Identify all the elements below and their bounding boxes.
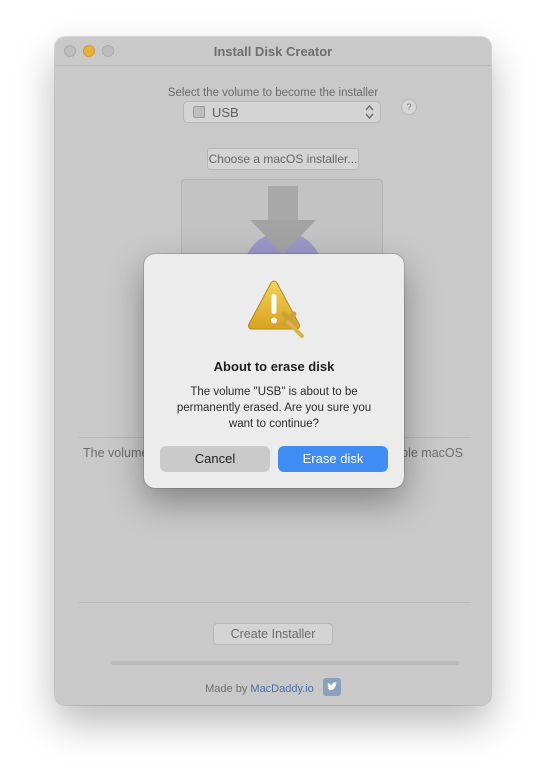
volume-select-value: USB (212, 105, 239, 120)
choose-installer-button[interactable]: Choose a macOS installer... (207, 148, 359, 170)
volume-select-label: Select the volume to become the installe… (167, 87, 379, 99)
create-installer-button[interactable]: Create Installer (213, 623, 333, 645)
volume-select[interactable]: USB (183, 101, 381, 123)
footer-prefix: Made by (205, 682, 248, 695)
volume-note-left: The volume (83, 446, 149, 460)
dialog-message: The volume "USB" is about to be permanen… (176, 386, 372, 430)
cancel-button[interactable]: Cancel (160, 446, 270, 472)
dialog-title: About to erase disk (213, 359, 335, 374)
footer: Made by MacDaddy.io (55, 678, 491, 698)
erase-confirm-dialog: About to erase disk The volume "USB" is … (144, 254, 404, 488)
title-bar: Install Disk Creator (55, 37, 491, 66)
help-button[interactable]: ? (401, 99, 417, 115)
desktop: Install Disk Creator Select the volume t… (0, 0, 547, 779)
progress-bar (111, 661, 459, 665)
volume-note-right: ble macOS (401, 446, 463, 460)
divider (79, 602, 471, 603)
twitter-icon[interactable] (322, 678, 341, 696)
macdaddy-link[interactable]: MacDaddy.io (250, 683, 313, 695)
erase-disk-button[interactable]: Erase disk (278, 446, 388, 472)
warning-icon (248, 280, 304, 338)
window-title: Install Disk Creator (213, 44, 333, 59)
disk-icon (193, 106, 205, 118)
chevron-updown-icon (365, 103, 374, 123)
